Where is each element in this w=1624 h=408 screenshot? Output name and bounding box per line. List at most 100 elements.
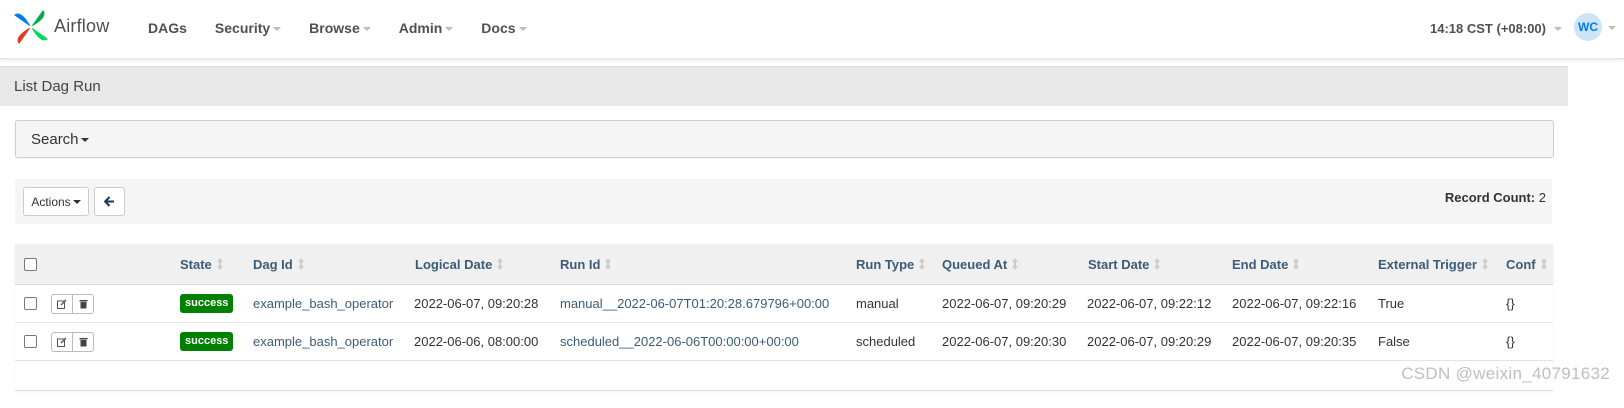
sort-icon	[216, 258, 223, 270]
status-badge[interactable]: success	[180, 294, 234, 313]
column-header-start-date[interactable]: Start Date	[1088, 244, 1161, 284]
chevron-down-icon	[72, 200, 81, 204]
run-type-cell: scheduled	[856, 334, 916, 349]
record-count-value: 2	[1538, 190, 1546, 205]
brand-name: Airflow	[54, 16, 110, 36]
menu-security-label: Security	[214, 20, 271, 36]
column-header-label: Run Type	[856, 256, 915, 272]
column-header-end-date[interactable]: End Date	[1232, 244, 1300, 284]
menu-browse-label: Browse	[309, 20, 360, 36]
table-row: success example_bash_operator 2022-06-06…	[15, 323, 1553, 361]
sort-icon	[1540, 258, 1547, 270]
airflow-logo-icon	[14, 10, 48, 44]
sort-icon	[1481, 258, 1488, 270]
menu-dags-label: DAGs	[148, 20, 187, 36]
column-header-conf[interactable]: Conf	[1506, 244, 1547, 284]
edit-icon	[57, 337, 67, 347]
page-title: List Dag Run	[14, 78, 101, 95]
action-bar: Actions Record Count: 2	[15, 179, 1552, 224]
menu-dags[interactable]: DAGs	[144, 20, 191, 36]
search-panel: Search	[15, 120, 1554, 158]
chevron-down-icon	[445, 26, 454, 31]
logical-date-cell: 2022-06-07, 09:20:28	[414, 296, 539, 311]
chevron-down-icon	[518, 26, 527, 31]
menu-docs-label: Docs	[481, 20, 516, 36]
edit-record-button[interactable]	[51, 331, 73, 352]
external-trigger-cell: True	[1378, 296, 1405, 311]
search-toggle[interactable]: Search	[31, 131, 89, 148]
timezone-dropdown[interactable]: 14:18 CST (+08:00)	[1430, 21, 1562, 36]
dag-run-table: State Dag Id Logical Date Run Id Run Typ…	[15, 244, 1553, 391]
column-header-run-id[interactable]: Run Id	[560, 244, 612, 284]
logical-date-cell: 2022-06-06, 08:00:00	[414, 334, 539, 349]
actions-button[interactable]: Actions	[23, 187, 89, 216]
chevron-down-icon	[80, 138, 89, 142]
trash-icon	[79, 299, 87, 308]
actions-label: Actions	[31, 194, 71, 209]
record-count-label: Record Count:	[1444, 190, 1536, 205]
nav-right: 14:18 CST (+08:00)	[1430, 0, 1562, 56]
column-header-external-trigger[interactable]: External Trigger	[1378, 244, 1488, 284]
chevron-down-icon	[273, 26, 282, 31]
column-header-label: Run Id	[560, 256, 601, 272]
main-menu: DAGs Security Browse Admin Docs	[134, 0, 541, 56]
search-label: Search	[31, 131, 79, 148]
column-header-dag-id[interactable]: Dag Id	[253, 244, 304, 284]
row-checkbox[interactable]	[24, 297, 37, 310]
menu-admin-label: Admin	[398, 20, 443, 36]
status-badge[interactable]: success	[180, 332, 234, 351]
edit-icon	[57, 299, 67, 309]
row-select-cell	[24, 285, 37, 322]
page-header: List Dag Run	[0, 66, 1568, 106]
sort-icon	[1154, 258, 1161, 270]
column-header-label: State	[180, 256, 212, 272]
column-header-state[interactable]: State	[180, 244, 223, 284]
run-id-link[interactable]: manual__2022-06-07T01:20:28.679796+00:00	[560, 285, 829, 322]
column-header-logical-date[interactable]: Logical Date	[415, 244, 504, 284]
run-type-cell: manual	[856, 296, 899, 311]
start-date-cell: 2022-06-07, 09:22:12	[1087, 296, 1212, 311]
sort-icon	[919, 258, 926, 270]
column-header-label: Queued At	[942, 256, 1008, 272]
row-checkbox[interactable]	[24, 335, 37, 348]
column-header-run-type[interactable]: Run Type	[856, 244, 926, 284]
delete-record-button[interactable]	[73, 331, 94, 352]
sort-icon	[1012, 258, 1019, 270]
column-header-label: External Trigger	[1378, 256, 1477, 272]
end-date-cell: 2022-06-07, 09:20:35	[1232, 334, 1357, 349]
watermark: CSDN @weixin_40791632	[1401, 364, 1610, 383]
avatar: WC	[1574, 13, 1602, 41]
queued-at-cell: 2022-06-07, 09:20:30	[942, 334, 1067, 349]
back-button[interactable]	[94, 187, 125, 216]
dag-id-link[interactable]: example_bash_operator	[253, 323, 393, 360]
chevron-down-icon	[1608, 25, 1616, 30]
dag-id-link[interactable]: example_bash_operator	[253, 285, 393, 322]
run-id-link[interactable]: scheduled__2022-06-06T00:00:00+00:00	[560, 323, 799, 360]
user-menu[interactable]: WC	[1574, 13, 1616, 41]
menu-security[interactable]: Security	[211, 20, 285, 36]
menu-admin[interactable]: Admin	[395, 20, 458, 36]
column-header-label: End Date	[1232, 256, 1289, 272]
conf-cell: {}	[1506, 296, 1515, 311]
edit-record-button[interactable]	[51, 293, 73, 314]
navbar: Airflow DAGs Security Browse Admin Docs …	[0, 0, 1624, 59]
menu-browse[interactable]: Browse	[305, 20, 375, 36]
delete-record-button[interactable]	[73, 293, 94, 314]
chevron-down-icon	[1554, 26, 1562, 31]
column-header-label: Start Date	[1088, 256, 1150, 272]
brand-link[interactable]: Airflow	[12, 8, 109, 48]
record-count: Record Count: 2	[1445, 190, 1546, 205]
conf-cell: {}	[1506, 334, 1515, 349]
start-date-cell: 2022-06-07, 09:20:29	[1087, 334, 1212, 349]
sort-icon	[1293, 258, 1300, 270]
row-actions	[51, 323, 94, 360]
row-actions	[51, 285, 94, 322]
table-header: State Dag Id Logical Date Run Id Run Typ…	[15, 244, 1553, 285]
select-all-checkbox[interactable]	[24, 257, 37, 271]
arrow-left-icon	[104, 196, 114, 207]
column-header-label: Dag Id	[253, 256, 293, 272]
column-header-queued-at[interactable]: Queued At	[942, 244, 1019, 284]
column-header-label: Conf	[1506, 256, 1536, 272]
menu-docs[interactable]: Docs	[477, 20, 530, 36]
state-cell: success	[180, 285, 234, 322]
